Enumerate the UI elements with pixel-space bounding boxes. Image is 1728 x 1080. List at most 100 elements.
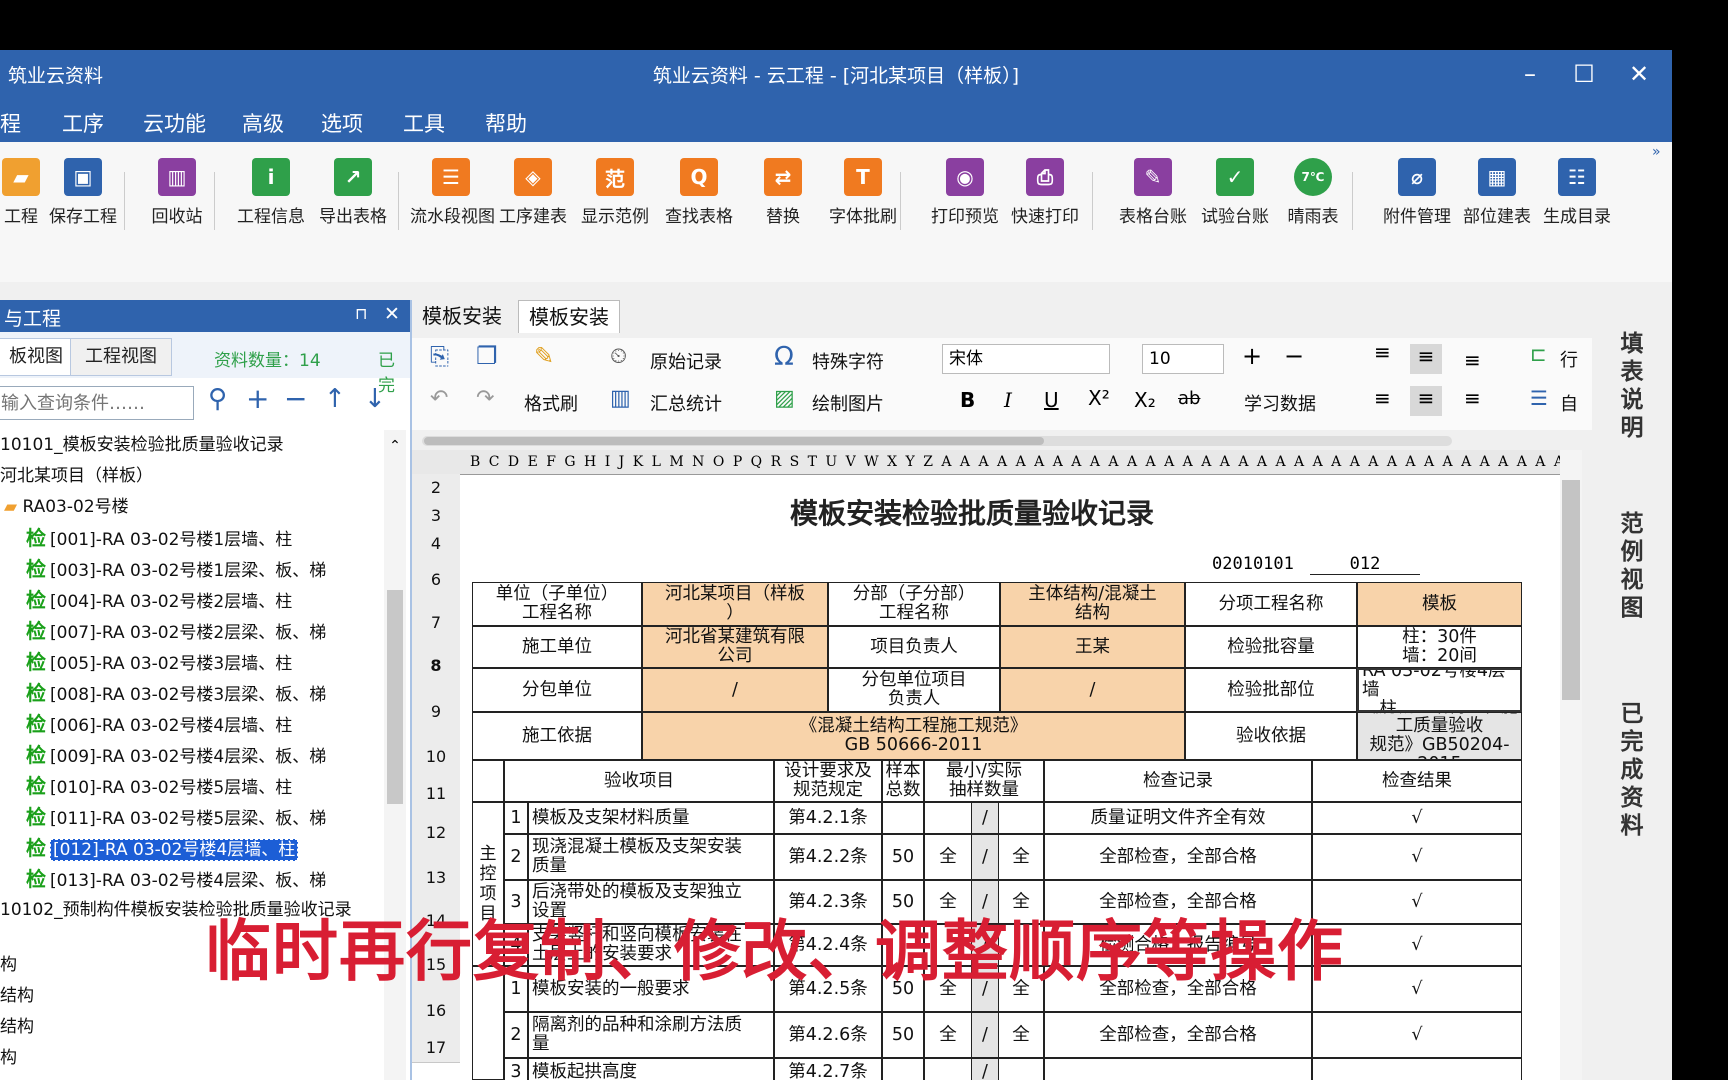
decrease-font-icon[interactable]: − bbox=[1284, 342, 1304, 370]
remove-icon[interactable]: − bbox=[284, 382, 307, 415]
special-chars-button[interactable]: 特殊字符 bbox=[812, 348, 884, 374]
brush-icon[interactable]: ✎ bbox=[534, 342, 554, 370]
summary-stats-button[interactable]: 汇总统计 bbox=[650, 390, 722, 416]
row-number[interactable]: 7 bbox=[412, 602, 460, 645]
unit-value[interactable]: 河北某项目（样板 ） bbox=[642, 582, 828, 626]
row-slash[interactable]: / bbox=[972, 1012, 998, 1058]
row-number[interactable]: 10 bbox=[412, 736, 460, 779]
row-name[interactable]: 隔离剂的品种和涂刷方法质 量 bbox=[528, 1012, 774, 1058]
row-sample[interactable] bbox=[882, 1058, 924, 1080]
toolbar-weather-button[interactable]: 7℃ 晴雨表 bbox=[1272, 158, 1354, 238]
capacity-value[interactable]: 柱：30件 墙：20间 bbox=[1357, 626, 1522, 668]
subscript-icon[interactable]: X₂ bbox=[1134, 388, 1156, 412]
header-minmax[interactable]: 最小/实际 抽样数量 bbox=[924, 760, 1044, 802]
side-example-view[interactable]: 范例视图 bbox=[1617, 510, 1647, 622]
row-record[interactable]: 全部检查，全部合格 bbox=[1044, 834, 1312, 880]
row-number[interactable]: 13 bbox=[412, 856, 460, 901]
tree-item[interactable]: ▰ RA03-02号楼 bbox=[0, 492, 384, 523]
group-top[interactable] bbox=[472, 760, 504, 802]
toolbar-ledger-button[interactable]: ✎ 表格台账 bbox=[1112, 158, 1194, 238]
row-label[interactable]: 行 bbox=[1560, 346, 1578, 372]
toolbar-grid-button[interactable]: ▦ 部位建表 bbox=[1456, 158, 1538, 238]
row-clause[interactable]: 第4.2.6条 bbox=[774, 1012, 882, 1058]
row-name[interactable]: 现浇混凝土模板及支架安装 质量 bbox=[528, 834, 774, 880]
row-record[interactable] bbox=[1044, 1058, 1312, 1080]
toolbar-catalog-button[interactable]: ☷ 生成目录 bbox=[1536, 158, 1618, 238]
pm-value[interactable]: 王某 bbox=[1000, 626, 1185, 668]
toolbar-flow-button[interactable]: ☰ 流水段视图 bbox=[410, 158, 495, 238]
row-min[interactable]: 全 bbox=[924, 1012, 972, 1058]
acceptance-label[interactable]: 验收依据 bbox=[1185, 712, 1357, 760]
acceptance-value[interactable]: 《混凝土结构工程施工质量验收 规范》GB50204-2015 bbox=[1357, 712, 1522, 760]
row-number[interactable]: 4 bbox=[412, 530, 460, 559]
subcontractor-label[interactable]: 分包单位 bbox=[472, 668, 642, 712]
superscript-icon[interactable]: X² bbox=[1088, 386, 1110, 410]
row-clause[interactable]: 第4.2.1条 bbox=[774, 802, 882, 834]
minimize-button[interactable]: – bbox=[1506, 56, 1554, 92]
row-min[interactable] bbox=[924, 1058, 972, 1080]
horizontal-scrollbar[interactable] bbox=[422, 436, 1452, 446]
tree-item[interactable]: 结构 bbox=[0, 1012, 380, 1043]
row-number[interactable]: 12 bbox=[412, 810, 460, 857]
tree-item[interactable]: 构 bbox=[0, 1043, 380, 1074]
redo-icon[interactable]: ↷ bbox=[476, 386, 494, 411]
auto-label[interactable]: 自 bbox=[1560, 390, 1578, 416]
add-icon[interactable]: + bbox=[246, 382, 269, 415]
row-actual[interactable] bbox=[998, 802, 1044, 834]
tree-item[interactable]: 检 [004]-RA 03-02号楼2层墙、柱 bbox=[0, 585, 406, 616]
toolbar-print-button[interactable]: ⎙ 快速打印 bbox=[1004, 158, 1086, 238]
header-design[interactable]: 设计要求及 规范规定 bbox=[774, 760, 882, 802]
row-record[interactable]: 全部检查，全部合格 bbox=[1044, 1012, 1312, 1058]
close-button[interactable]: ✕ bbox=[1615, 56, 1663, 92]
toolbar-more-icon[interactable]: » bbox=[1652, 144, 1661, 160]
row-name[interactable]: 模板及支架材料质量 bbox=[528, 802, 774, 834]
row-clause[interactable]: 第4.2.2条 bbox=[774, 834, 882, 880]
capacity-label[interactable]: 检验批容量 bbox=[1185, 626, 1357, 668]
pin-icon[interactable]: ⊓ bbox=[355, 304, 367, 323]
toolbar-info-button[interactable]: i 工程信息 bbox=[230, 158, 312, 238]
doc-tab-1[interactable]: 模板安装 bbox=[412, 300, 512, 332]
study-data-button[interactable]: 学习数据 bbox=[1244, 390, 1316, 416]
row-number[interactable]: 2 bbox=[412, 474, 460, 503]
toolbar-font-brush-button[interactable]: T 字体批刷 bbox=[822, 158, 904, 238]
font-select[interactable]: 宋体 bbox=[942, 344, 1110, 374]
align-middle-icon[interactable]: ≡ bbox=[1410, 344, 1442, 374]
row-name[interactable]: 模板起拱高度 bbox=[528, 1058, 774, 1080]
form-code-value[interactable]: 012 bbox=[1310, 554, 1420, 575]
sheet-scroll-thumb[interactable] bbox=[1562, 480, 1580, 700]
align-right-icon[interactable]: ≡ bbox=[1464, 386, 1481, 410]
subdivision-label[interactable]: 分部（子分部） 工程名称 bbox=[828, 582, 1000, 626]
toolbar-replace-button[interactable]: ⇄ 替换 bbox=[742, 158, 824, 238]
move-up-icon[interactable]: ↑ bbox=[324, 384, 346, 414]
font-size-select[interactable]: 10 bbox=[1142, 344, 1224, 374]
row-result[interactable] bbox=[1312, 1058, 1522, 1080]
toolbar-preview-button[interactable]: ◉ 打印预览 bbox=[924, 158, 1006, 238]
toolbar-example-button[interactable]: 范显示范例 bbox=[574, 158, 656, 238]
header-result[interactable]: 检查结果 bbox=[1312, 760, 1522, 802]
increase-font-icon[interactable]: + bbox=[1242, 342, 1262, 370]
row-result[interactable]: √ bbox=[1312, 802, 1522, 834]
search-input[interactable] bbox=[0, 386, 194, 420]
row-record[interactable]: 质量证明文件齐全有效 bbox=[1044, 802, 1312, 834]
location-label[interactable]: 检验批部位 bbox=[1185, 668, 1357, 712]
menu-tools[interactable]: 工具 bbox=[403, 108, 445, 138]
header-item[interactable]: 验收项目 bbox=[504, 760, 774, 802]
format-brush-button[interactable]: 格式刷 bbox=[524, 390, 578, 416]
auto-fit-icon[interactable]: ☰ bbox=[1530, 386, 1548, 410]
sub-pm-label[interactable]: 分包单位项目 负责人 bbox=[828, 668, 1000, 712]
tree-item[interactable]: 检 [012]-RA 03-02号楼4层墙、柱 bbox=[0, 833, 406, 864]
h-scroll-thumb[interactable] bbox=[424, 437, 1044, 445]
tree-item[interactable]: 河北某项目（样板） bbox=[0, 461, 380, 492]
tree-item[interactable]: 检 [003]-RA 03-02号楼1层梁、板、梯 bbox=[0, 554, 406, 585]
maximize-button[interactable]: ☐ bbox=[1560, 56, 1608, 92]
toolbar-attach-button[interactable]: ⌀ 附件管理 bbox=[1376, 158, 1458, 238]
align-top-icon[interactable]: ≡ bbox=[1374, 340, 1391, 364]
tree-item[interactable]: 检 [005]-RA 03-02号楼3层墙、柱 bbox=[0, 647, 406, 678]
align-left-icon[interactable]: ≡ bbox=[1374, 386, 1391, 410]
header-sample[interactable]: 样本 总数 bbox=[882, 760, 924, 802]
row-result[interactable]: √ bbox=[1312, 1012, 1522, 1058]
side-completed-data[interactable]: 已完成资料 bbox=[1617, 700, 1647, 840]
move-down-icon[interactable]: ↓ bbox=[364, 384, 386, 414]
search-icon[interactable]: ⚲ bbox=[208, 384, 227, 414]
align-center-icon[interactable]: ≡ bbox=[1410, 386, 1442, 416]
